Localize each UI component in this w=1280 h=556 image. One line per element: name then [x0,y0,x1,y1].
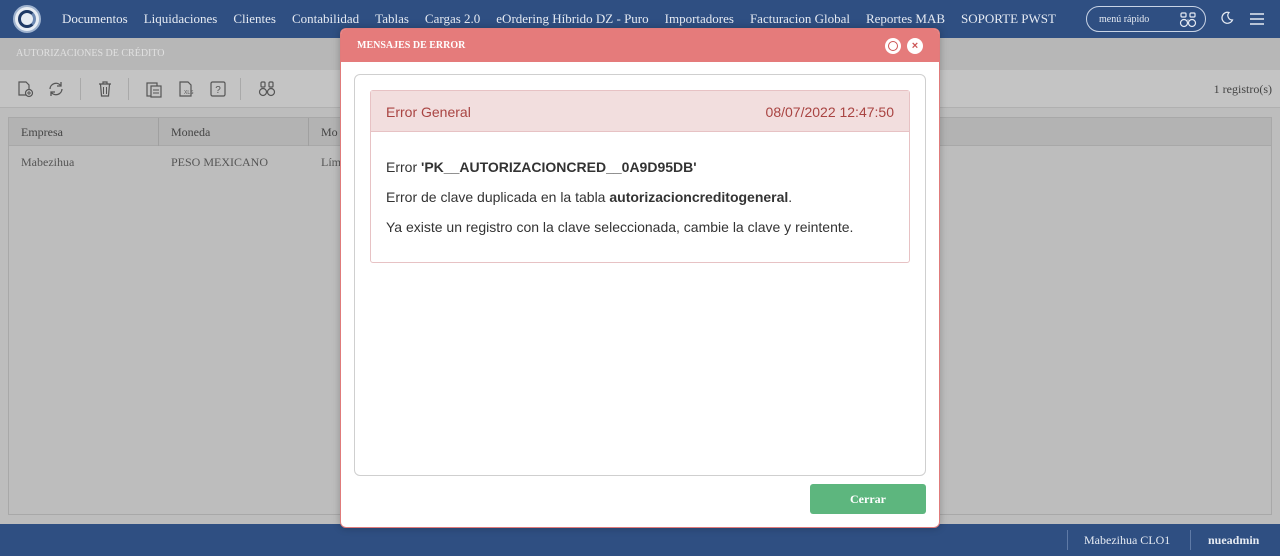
menu-liquidaciones[interactable]: Liquidaciones [136,11,226,27]
menu-documentos[interactable]: Documentos [54,11,136,27]
error-hint-line: Ya existe un registro con la clave selec… [386,219,854,235]
column-header-moneda[interactable]: Moneda [171,125,210,140]
menu-clientes[interactable]: Clientes [225,11,284,27]
cell-limite: Lím [321,155,341,169]
error-panel: Error General 08/07/2022 12:47:50 Error … [370,90,910,263]
dialog-header[interactable]: MENSAJES DE ERROR × [341,29,939,62]
export-document-icon[interactable] [145,80,163,98]
menu-facturacion-global[interactable]: Facturacion Global [742,11,858,27]
footer-divider [1190,530,1191,550]
hamburger-menu-icon[interactable] [1249,12,1265,26]
svg-text:?: ? [215,85,221,96]
column-divider [308,118,309,146]
footer-divider [1067,530,1068,550]
status-footer: Mabezihua CLO1 nueadmin [0,524,1280,556]
dialog-title: MENSAJES DE ERROR [357,40,466,51]
menu-contabilidad[interactable]: Contabilidad [284,11,367,27]
menu-reportes-mab[interactable]: Reportes MAB [858,11,953,27]
toolbar-divider [80,78,81,100]
maximize-button[interactable] [885,38,901,54]
menu-cargas[interactable]: Cargas 2.0 [417,11,488,27]
error-code-prefix: Error [386,159,421,175]
main-menu: Documentos Liquidaciones Clientes Contab… [54,11,1064,27]
column-divider [158,118,159,146]
logo-ring-icon [18,10,36,28]
help-icon[interactable]: ? [209,80,227,98]
cell-empresa: Mabezihua [21,155,75,169]
binoculars-icon [1179,12,1197,28]
error-panel-header: Error General 08/07/2022 12:47:50 [371,91,909,132]
error-duplicate-line: Error de clave duplicada en la tabla aut… [386,189,792,205]
column-header-monto[interactable]: Mo [321,125,338,140]
delete-trash-icon[interactable] [96,80,114,98]
svg-text:XLS: XLS [184,90,194,96]
error-title: Error General [386,104,471,120]
search-binoculars-icon[interactable] [258,80,276,98]
app-logo[interactable] [13,5,41,33]
close-icon[interactable]: × [907,38,923,54]
column-header-empresa[interactable]: Empresa [21,125,63,140]
menu-importadores[interactable]: Importadores [657,11,742,27]
refresh-icon[interactable] [47,80,65,98]
quick-menu-label: menú rápido [1099,13,1150,25]
error-code-line: Error 'PK__AUTORIZACIONCRED__0A9D95DB' [386,159,697,175]
export-xls-icon[interactable]: XLS [177,80,195,98]
footer-company[interactable]: Mabezihua CLO1 [1084,533,1170,548]
cell-moneda: PESO MEXICANO [171,155,269,169]
maximize-circle-icon [888,41,898,51]
quick-menu-search[interactable]: menú rápido [1086,6,1206,32]
close-button[interactable]: Cerrar [810,484,926,514]
menu-soporte-pwst[interactable]: SOPORTE PWST [953,11,1064,27]
page-title: AUTORIZACIONES DE CRÉDITO [16,48,165,59]
error-duplicate-suffix: . [788,189,793,205]
error-table-name: autorizacioncreditogeneral [609,189,789,205]
record-count: 1 registro(s) [1213,82,1272,96]
dialog-body: Error General 08/07/2022 12:47:50 Error … [354,74,926,476]
new-document-icon[interactable] [16,80,34,98]
toolbar-divider [128,78,129,100]
error-code: 'PK__AUTORIZACIONCRED__0A9D95DB' [421,159,697,175]
toolbar-divider [240,78,241,100]
menu-eordering[interactable]: eOrdering Híbrido DZ - Puro [488,11,656,27]
footer-user[interactable]: nueadmin [1208,533,1259,548]
error-timestamp: 08/07/2022 12:47:50 [765,104,894,120]
error-duplicate-prefix: Error de clave duplicada en la tabla [386,189,610,205]
error-dialog: MENSAJES DE ERROR × Error General 08/07/… [340,28,940,528]
menu-tablas[interactable]: Tablas [367,11,417,27]
dark-mode-moon-icon[interactable] [1220,11,1234,25]
